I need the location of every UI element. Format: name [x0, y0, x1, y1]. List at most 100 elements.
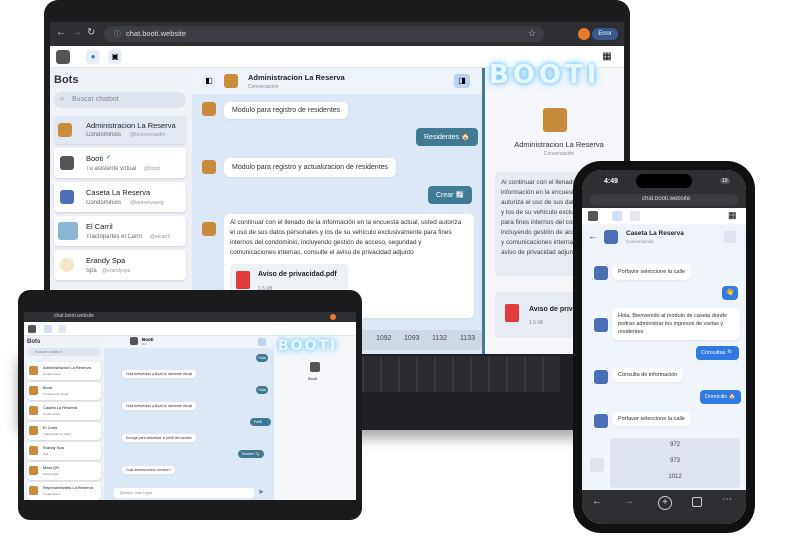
- item-name: Administracion La Reserva: [86, 121, 176, 130]
- address-bar[interactable]: ⓘ chat.booti.website ☆: [104, 26, 544, 42]
- menu-icon[interactable]: ⋯: [722, 494, 732, 505]
- item-name: El Carril: [86, 222, 113, 231]
- privacy-text: Al continuar con el llenado de la inform…: [230, 219, 462, 256]
- tablet-app-header: [24, 322, 356, 336]
- sidebar-item-administracion[interactable]: Administracion La Reserva Condominios @l…: [54, 116, 186, 144]
- avatar[interactable]: [330, 314, 336, 320]
- item-sub: Condominios: [43, 412, 61, 416]
- forward-icon[interactable]: →: [624, 496, 634, 507]
- bot-avatar-icon: [310, 362, 320, 372]
- option-item[interactable]: 973: [610, 458, 740, 464]
- url-text: chat.booti.website: [126, 29, 187, 38]
- chat-title: Administracion La Reserva: [248, 73, 345, 82]
- grid-icon[interactable]: ▦: [728, 210, 737, 221]
- back-icon[interactable]: ←: [592, 496, 602, 507]
- booti-logo-icon[interactable]: [56, 50, 70, 64]
- panel-toggle-icon[interactable]: [724, 231, 736, 243]
- attachment-name: Aviso de privacidad.pdf: [258, 271, 337, 278]
- back-icon[interactable]: ←: [56, 27, 66, 38]
- back-arrow-icon[interactable]: ←: [588, 231, 597, 241]
- sidebar-item-caseta[interactable]: Caseta La Reserva Condominios @lareserva…: [54, 182, 186, 212]
- forward-icon[interactable]: →: [72, 27, 82, 38]
- chat-icon[interactable]: ●: [86, 50, 100, 64]
- phone-nav-bar: ← → + ⋯: [582, 490, 746, 524]
- tablet-sidebar-item[interactable]: Meta QR Meta digital: [27, 462, 101, 480]
- tablet-sidebar-item[interactable]: Booti Tu asistente virtual: [27, 382, 101, 400]
- booti-logo-icon[interactable]: [28, 325, 36, 333]
- option-item[interactable]: 1012: [610, 474, 740, 480]
- tablet-sidebar-item[interactable]: El Carril Tractopartes el Carril: [27, 422, 101, 440]
- grid-icon[interactable]: ▦: [600, 50, 614, 64]
- new-tab-icon[interactable]: +: [658, 496, 672, 510]
- item-name: Representantes La Reserva: [43, 485, 93, 490]
- item-sub: Tu asistente virtual: [86, 166, 137, 172]
- tablet-chat-panel: Booti Bot Hola Hola bienvenido a Booti,t…: [104, 336, 274, 500]
- sidebar-toggle-icon[interactable]: ◧: [202, 74, 216, 88]
- star-icon[interactable]: ☆: [528, 28, 536, 39]
- option-item[interactable]: 972: [610, 442, 740, 448]
- bot-icon[interactable]: ▣: [108, 50, 122, 64]
- bot-avatar-icon: [58, 123, 72, 137]
- reload-icon[interactable]: ↻: [87, 27, 95, 38]
- house-icon: [594, 414, 608, 428]
- number-option[interactable]: 1092: [376, 335, 392, 342]
- bot-message: Consulta de información: [612, 368, 684, 382]
- bot-avatar-icon: [29, 426, 38, 435]
- avatar[interactable]: [578, 28, 590, 40]
- address-bar[interactable]: chat.booti.website: [590, 194, 738, 206]
- item-name: Booti: [43, 385, 53, 390]
- bot-message: Porfavor seleccione la calle: [612, 412, 691, 426]
- chat-icon[interactable]: [612, 211, 622, 221]
- chat-icon[interactable]: [44, 325, 52, 333]
- truck-image: [58, 222, 78, 240]
- tablet-sidebar-item[interactable]: Administracion La Reserva Condominios: [27, 362, 101, 380]
- tablet-sidebar-item[interactable]: Caseta La Reserva Condominios: [27, 402, 101, 420]
- user-message: Crear 🔄: [428, 186, 473, 204]
- search-input[interactable]: ⌕ Buscar chatbot: [54, 92, 186, 108]
- browser-toolbar: ← → ↻ ⓘ chat.booti.website ☆ Error: [50, 22, 624, 46]
- booti-neon-logo: BOOTI: [278, 338, 338, 354]
- booti-logo-icon[interactable]: [588, 211, 598, 221]
- fingerprint-icon[interactable]: [590, 458, 604, 472]
- sidebar-item-erandy-spa[interactable]: Erandy Spa Spa @erandyspa: [54, 250, 186, 280]
- item-sub: Spa: [43, 452, 49, 456]
- number-option[interactable]: 1093: [404, 335, 420, 342]
- phone-options: 972 973 1012: [610, 438, 740, 488]
- send-icon[interactable]: ➤: [258, 488, 264, 496]
- phone-time: 4:49: [604, 178, 619, 185]
- item-sub: Spa: [86, 268, 97, 274]
- user-message: Residentes 🏠: [416, 128, 478, 146]
- bot-avatar-icon: [29, 446, 38, 455]
- bot-message: Escoge para actualizar el perfil del usu…: [122, 434, 196, 442]
- sidebar-item-el-carril[interactable]: El Carril Tractopartes el Carril @elcarr…: [54, 216, 186, 246]
- tablet-url[interactable]: chat.booti.website: [54, 313, 94, 319]
- pdf-icon: [505, 304, 519, 322]
- tablet-message-input[interactable]: Ejemplo: Jose Lopez: [114, 488, 254, 498]
- panel-toggle-icon[interactable]: [258, 338, 266, 346]
- bot-icon[interactable]: [58, 325, 66, 333]
- item-name: Erandy Spa: [86, 256, 126, 265]
- search-placeholder: Buscar chatbot: [35, 349, 62, 354]
- item-sub: Meta digital: [43, 472, 59, 476]
- user-message: Hola: [256, 354, 268, 362]
- tablet-search-input[interactable]: Buscar chatbot: [27, 348, 101, 356]
- error-badge[interactable]: Error: [592, 28, 618, 40]
- search-icon: ⌕: [60, 94, 65, 103]
- item-name: Caseta La Reserva: [43, 405, 78, 410]
- number-option[interactable]: 1132: [432, 335, 447, 342]
- user-message: Nombre ✏️: [238, 450, 264, 458]
- bot-icon[interactable]: [630, 211, 640, 221]
- tablet-sidebar-item[interactable]: Erandy Spa Spa: [27, 442, 101, 460]
- house-icon: [594, 370, 608, 384]
- tablet-sidebar-item[interactable]: Representantes La Reserva Condominios: [27, 482, 101, 500]
- item-name: El Carril: [43, 425, 58, 430]
- booti-neon-logo: BOOTI: [489, 60, 601, 90]
- bot-message: Hola bienvenido a Booti,tu asistente vir…: [122, 370, 197, 378]
- sidebar-item-booti[interactable]: Booti ✔ Tu asistente virtual @booti: [54, 148, 186, 178]
- item-sub: Tractopartes el Carril: [86, 234, 142, 240]
- tabs-icon[interactable]: [692, 497, 702, 507]
- input-placeholder: Ejemplo: Jose Lopez: [120, 491, 153, 495]
- panel-toggle-icon[interactable]: ◨: [454, 74, 470, 88]
- number-option[interactable]: 1133: [460, 335, 475, 342]
- item-handle: @elcarril: [150, 234, 170, 240]
